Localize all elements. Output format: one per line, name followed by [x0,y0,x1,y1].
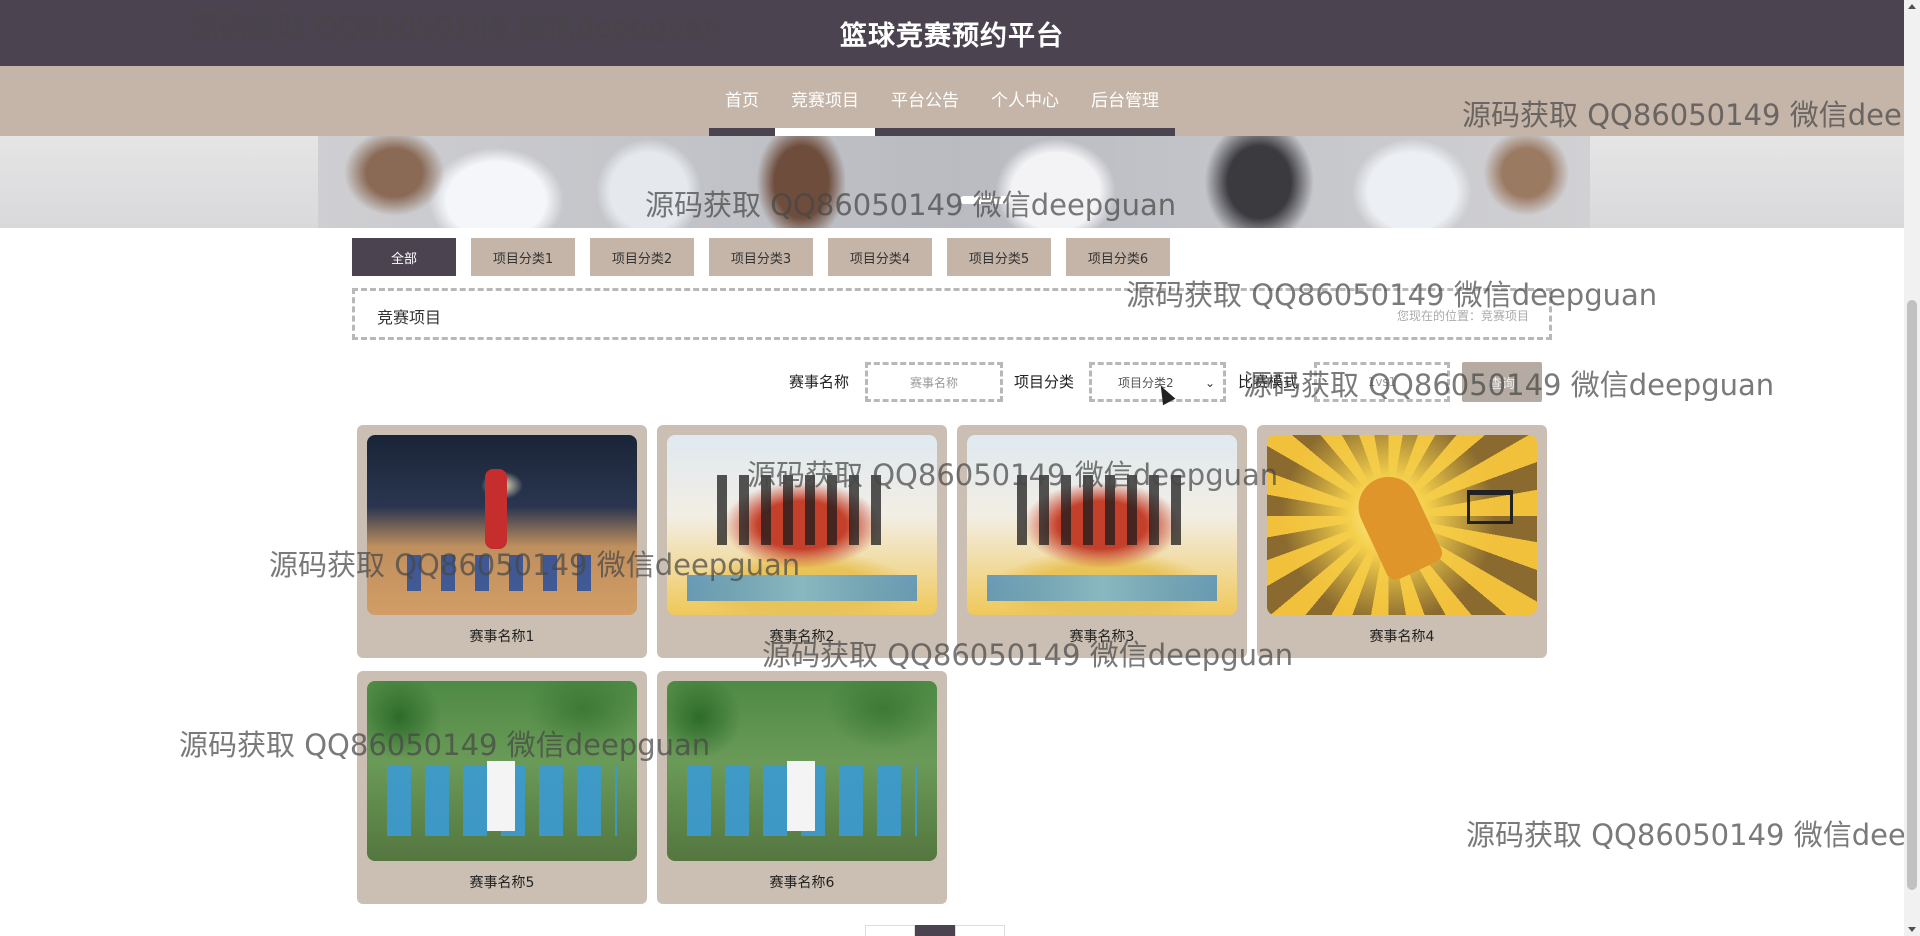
carousel-indicator[interactable] [960,196,1010,204]
nav-item-label: 竞赛项目 [791,91,859,111]
nav-item-label: 首页 [725,91,759,111]
scrollbar-thumb[interactable] [1907,300,1917,890]
match-mode-label: 比赛模式 [1238,373,1299,391]
search-button[interactable]: 查询 [1462,362,1542,402]
category-tabs: 全部 项目分类1 项目分类2 项目分类3 项目分类4 项目分类5 项目分类6 [352,238,1185,276]
event-card[interactable]: 赛事名称5 [357,671,647,904]
event-name-label: 赛事名称 [789,373,850,391]
page-next-button[interactable] [955,925,1005,936]
hero-banner [0,136,1904,228]
event-name: 赛事名称3 [1069,629,1135,645]
event-name: 赛事名称1 [469,629,535,645]
match-mode-select[interactable]: 1vs1 [1314,362,1450,402]
category-label: 项目分类 [1014,373,1075,391]
nav-item-label: 后台管理 [1091,91,1159,111]
event-card[interactable]: 赛事名称6 [657,671,947,904]
scroll-down-arrow-icon[interactable] [1908,927,1916,932]
nav-underline [875,128,975,136]
event-name: 赛事名称5 [469,875,535,891]
event-name-input[interactable]: 赛事名称 [865,362,1003,402]
main-nav: 首页 竞赛项目 平台公告 个人中心 后台管理 [709,66,1175,136]
tab-category-6[interactable]: 项目分类6 [1066,238,1170,276]
vertical-scrollbar[interactable] [1904,0,1920,936]
event-name: 赛事名称6 [769,875,835,891]
event-name: 赛事名称4 [1369,629,1435,645]
breadcrumb-location: 您现在的位置：竞赛项目 [1396,309,1529,323]
nav-underline [975,128,1075,136]
event-image [967,435,1237,615]
nav-item-label: 个人中心 [991,91,1059,111]
event-card[interactable]: 赛事名称2 [657,425,947,658]
tab-category-4[interactable]: 项目分类4 [828,238,932,276]
nav-underline [709,128,775,136]
event-name: 赛事名称2 [769,629,835,645]
nav-item-profile[interactable]: 个人中心 [975,66,1075,136]
nav-underline [1075,128,1175,136]
tab-category-2[interactable]: 项目分类2 [590,238,694,276]
page-prev-button[interactable] [865,925,915,936]
pagination [865,925,1005,936]
tab-category-3[interactable]: 项目分类3 [709,238,813,276]
section-title: 竞赛项目 [377,308,442,327]
banner-image [318,136,1590,228]
event-image [367,681,637,861]
nav-item-label: 平台公告 [891,91,959,111]
scroll-up-arrow-icon[interactable] [1908,4,1916,9]
main-nav-bar: 首页 竞赛项目 平台公告 个人中心 后台管理 [0,66,1904,136]
event-image [667,681,937,861]
event-card[interactable]: 赛事名称4 [1257,425,1547,658]
nav-item-home[interactable]: 首页 [709,66,775,136]
search-form: 赛事名称 赛事名称 项目分类 项目分类2 ⌄ 比赛模式 1vs1 查询 [0,362,1904,402]
nav-item-announcements[interactable]: 平台公告 [875,66,975,136]
tab-category-5[interactable]: 项目分类5 [947,238,1051,276]
nav-item-admin[interactable]: 后台管理 [1075,66,1175,136]
tab-all[interactable]: 全部 [352,238,456,276]
event-image [367,435,637,615]
site-title: 篮球竞赛预约平台 [840,21,1064,52]
page-current-button[interactable] [915,925,955,936]
nav-underline-active [775,128,875,136]
nav-item-competitions[interactable]: 竞赛项目 [775,66,875,136]
tab-category-1[interactable]: 项目分类1 [471,238,575,276]
chevron-down-icon: ⌄ [1204,376,1215,390]
event-image [1267,435,1537,615]
event-image [667,435,937,615]
watermark: 源码获取 QQ86050149 微信deepguan [1466,818,1920,852]
breadcrumb: 竞赛项目 您现在的位置：竞赛项目 [352,288,1552,340]
event-card[interactable]: 赛事名称3 [957,425,1247,658]
top-header: 篮球竞赛预约平台 [0,0,1904,66]
page: 篮球竞赛预约平台 首页 竞赛项目 平台公告 个人中心 后台管理 全部 项目分类1… [0,0,1920,936]
event-card[interactable]: 赛事名称1 [357,425,647,658]
